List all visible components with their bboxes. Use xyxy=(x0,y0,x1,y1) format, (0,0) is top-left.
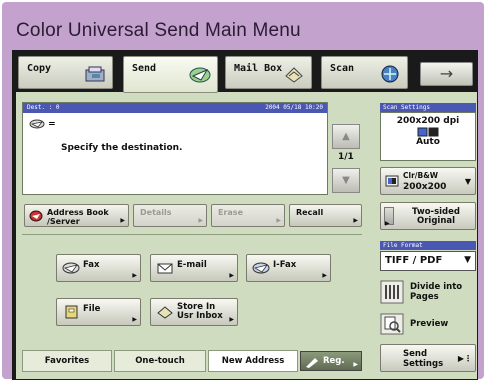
destination-type-icon xyxy=(29,119,45,129)
details-button[interactable]: Details ▶ xyxy=(133,204,207,227)
tab-scan-label: Scan xyxy=(330,63,355,74)
two-sided-button[interactable]: Two-sided Original ▶ xyxy=(380,202,476,230)
tab-send-label: Send xyxy=(132,63,157,74)
register-label: Reg. xyxy=(323,356,345,366)
tab-mailbox[interactable]: Mail Box xyxy=(225,56,312,89)
file-button[interactable]: File ▶ xyxy=(56,298,141,326)
email-icon xyxy=(157,263,173,274)
color-mode-icon xyxy=(385,175,399,187)
color-mode-icon xyxy=(417,127,439,137)
details-label: Details xyxy=(140,208,172,217)
destination-count: Dest. : 0 xyxy=(27,104,60,111)
scan-settings-header: Scan Settings xyxy=(380,103,476,112)
register-button[interactable]: Reg. ▶ xyxy=(300,351,362,371)
tab-one-touch[interactable]: One-touch xyxy=(114,350,206,372)
scroll-down-button[interactable]: ▼ xyxy=(332,168,360,193)
inbox-icon xyxy=(157,306,173,319)
triangle-icon: ▶ xyxy=(229,316,234,323)
divide-pages-icon xyxy=(380,280,404,304)
store-inbox-label: Store In Usr Inbox xyxy=(177,302,223,321)
tab-new-address[interactable]: New Address xyxy=(208,350,298,372)
destination-row-indicator: = xyxy=(29,119,56,130)
triangle-icon: ▶ xyxy=(229,272,234,279)
triangle-icon: ▶ xyxy=(132,272,137,279)
caption-title: Color Universal Send Main Menu xyxy=(16,20,301,41)
email-label: E-mail xyxy=(177,260,207,270)
file-icon xyxy=(65,305,78,319)
store-inbox-button[interactable]: Store In Usr Inbox ▶ xyxy=(150,298,238,326)
tab-scan[interactable]: Scan xyxy=(321,56,408,89)
destination-message: Specify the destination. xyxy=(61,143,183,153)
address-book-label: Address Book /Server xyxy=(47,208,109,226)
divider xyxy=(22,234,362,235)
color-mode-text: Auto xyxy=(416,137,440,147)
scan-mode-select[interactable]: Clr/B&W 200x200 ▼ xyxy=(380,167,476,195)
erase-button[interactable]: Erase ▶ xyxy=(211,204,285,227)
fax-label: Fax xyxy=(83,260,100,270)
erase-label: Erase xyxy=(218,208,243,217)
triangle-icon: ▶ xyxy=(276,217,281,224)
page-number: 1/1 xyxy=(338,152,354,162)
next-function-button[interactable]: → xyxy=(420,62,473,86)
triangle-icon: ▶ xyxy=(353,361,358,368)
send-icon xyxy=(189,67,211,83)
tab-mailbox-label: Mail Box xyxy=(234,63,283,74)
date-time: 2004 05/18 10:20 xyxy=(265,104,323,111)
triangle-icon: ▶ xyxy=(353,217,358,224)
triangle-icon: ▶ xyxy=(322,272,327,279)
fax-icon xyxy=(62,262,80,274)
scroll-up-button[interactable]: ▲ xyxy=(332,124,360,149)
email-button[interactable]: E-mail ▶ xyxy=(150,254,238,282)
recall-button[interactable]: Recall ▶ xyxy=(289,204,362,227)
recall-label: Recall xyxy=(296,208,324,217)
send-settings-button[interactable]: Send Settings ▶⋮ xyxy=(380,344,476,372)
address-book-button[interactable]: Address Book /Server ▶ xyxy=(24,204,129,227)
file-label: File xyxy=(83,304,101,314)
scan-mode-bottom: 200x200 xyxy=(403,182,447,192)
destination-display: Dest. : 0 2004 05/18 10:20 = Specify the… xyxy=(22,102,328,195)
ifax-icon xyxy=(252,262,270,274)
ifax-button[interactable]: I-Fax ▶ xyxy=(246,254,331,282)
resolution-text: 200x200 dpi xyxy=(396,116,460,126)
tab-copy-label: Copy xyxy=(27,63,52,74)
mailbox-icon xyxy=(285,67,303,83)
tab-favorites[interactable]: Favorites xyxy=(22,350,112,372)
dropdown-icon: ▼ xyxy=(464,177,471,186)
two-sided-label: Two-sided Original xyxy=(412,207,460,226)
file-format-header: File Format xyxy=(380,241,476,250)
scan-settings-summary: 200x200 dpi Auto xyxy=(380,112,476,161)
tab-copy[interactable]: Copy xyxy=(18,56,113,89)
fax-button[interactable]: Fax ▶ xyxy=(56,254,141,282)
scan-icon xyxy=(381,65,399,83)
triangle-icon: ▶ xyxy=(132,316,137,323)
preview-button[interactable]: Preview xyxy=(380,311,476,337)
file-format-select[interactable]: TIFF / PDF ▼ xyxy=(380,251,476,271)
tab-send[interactable]: Send xyxy=(123,56,218,93)
destination-row-text: = xyxy=(48,119,56,130)
dropdown-icon: ▼ xyxy=(464,255,471,265)
more-icon: ▶⋮ xyxy=(457,354,472,363)
destination-header: Dest. : 0 2004 05/18 10:20 xyxy=(23,103,327,113)
copy-icon xyxy=(85,66,105,82)
ifax-label: I-Fax xyxy=(273,260,297,270)
preview-label: Preview xyxy=(410,319,449,329)
send-settings-label: Send Settings xyxy=(403,349,444,369)
address-book-icon xyxy=(29,210,43,222)
triangle-icon: ▶ xyxy=(198,217,203,224)
register-icon xyxy=(306,358,318,368)
divide-pages-label: Divide into Pages xyxy=(410,282,463,302)
scan-mode-top: Clr/B&W xyxy=(403,171,439,180)
divide-pages-button[interactable]: Divide into Pages xyxy=(380,278,476,306)
preview-icon xyxy=(380,313,404,335)
triangle-icon: ▶ xyxy=(385,220,390,227)
triangle-icon: ▶ xyxy=(120,217,125,224)
file-format-value: TIFF / PDF xyxy=(385,255,443,266)
